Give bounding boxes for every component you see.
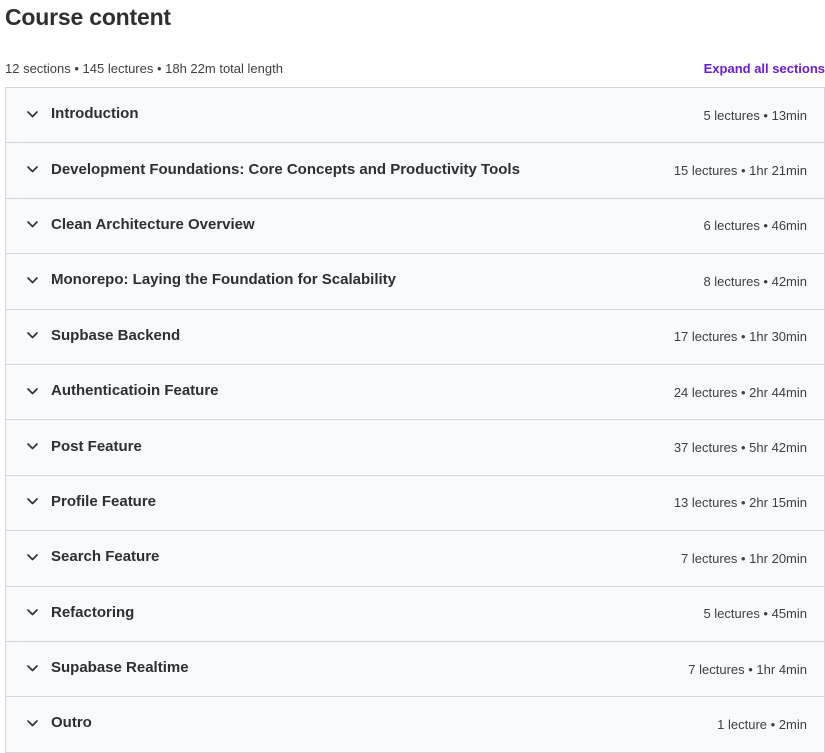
course-content-panel: Course content 12 sections • 145 lecture… xyxy=(0,0,825,753)
course-summary-row: 12 sections • 145 lectures • 18h 22m tot… xyxy=(5,58,825,78)
section-title: Post Feature xyxy=(51,437,142,455)
chevron-down-icon xyxy=(26,274,38,286)
section-meta: 7 lectures • 1hr 4min xyxy=(688,661,807,677)
section-meta: 15 lectures • 1hr 21min xyxy=(673,163,807,179)
section-title: Development Foundations: Core Concepts a… xyxy=(51,160,520,178)
section-title: Authenticatioin Feature xyxy=(51,382,219,400)
section-meta: 7 lectures • 1hr 20min xyxy=(681,550,807,566)
chevron-down-icon xyxy=(26,164,38,176)
section-meta: 5 lectures • 13min xyxy=(703,107,807,123)
chevron-down-icon xyxy=(26,330,38,342)
section-list: Introduction 5 lectures • 13min Developmen… xyxy=(5,87,825,753)
section-meta: 24 lectures • 2hr 44min xyxy=(673,384,807,400)
section-meta: 6 lectures • 46min xyxy=(703,218,807,234)
section-row[interactable]: Monorepo: Laying the Foundation for Scal… xyxy=(6,254,824,310)
section-row[interactable]: Search Feature 7 lectures • 1hr 20min xyxy=(6,531,824,587)
section-row[interactable]: Supbase Backend 17 lectures • 1hr 30min xyxy=(6,309,824,365)
chevron-down-icon xyxy=(26,385,38,397)
section-row[interactable]: Development Foundations: Core Concepts a… xyxy=(6,143,824,199)
section-row[interactable]: Profile Feature 13 lectures • 2hr 15min xyxy=(6,475,824,532)
chevron-down-icon xyxy=(26,607,38,619)
chevron-down-icon xyxy=(26,219,38,231)
section-row[interactable]: Authenticatioin Feature 24 lectures • 2hr… xyxy=(6,364,824,421)
chevron-down-icon xyxy=(26,108,38,120)
page-title: Course content xyxy=(5,4,171,30)
chevron-down-icon xyxy=(26,496,38,508)
section-title: Outro xyxy=(51,714,92,732)
chevron-down-icon xyxy=(26,662,38,674)
section-row[interactable]: Clean Architecture Overview 6 lectures • … xyxy=(6,198,824,255)
section-meta: 17 lectures • 1hr 30min xyxy=(673,329,807,345)
section-title: Monorepo: Laying the Foundation for Scal… xyxy=(51,271,396,289)
section-meta: 13 lectures • 2hr 15min xyxy=(673,495,807,511)
section-meta: 1 lecture • 2min xyxy=(717,716,807,732)
section-title: Clean Architecture Overview xyxy=(51,215,255,233)
section-meta: 8 lectures • 42min xyxy=(703,273,807,289)
section-title: Supabase Realtime xyxy=(51,659,189,677)
section-row[interactable]: Outro 1 lecture • 2min xyxy=(6,697,824,753)
section-title: Refactoring xyxy=(51,603,135,621)
chevron-down-icon xyxy=(26,441,38,453)
course-summary: 12 sections • 145 lectures • 18h 22m tot… xyxy=(5,60,283,76)
section-title: Supbase Backend xyxy=(51,326,181,344)
section-row[interactable]: Post Feature 37 lectures • 5hr 42min xyxy=(6,420,824,476)
chevron-down-icon xyxy=(26,717,38,729)
chevron-down-icon xyxy=(26,551,38,563)
section-title: Search Feature xyxy=(51,548,160,566)
section-title: Profile Feature xyxy=(51,492,157,510)
expand-all-sections-button[interactable]: Expand all sections xyxy=(704,61,825,76)
section-row[interactable]: Introduction 5 lectures • 13min xyxy=(6,88,824,144)
section-meta: 5 lectures • 45min xyxy=(703,606,807,622)
section-title: Introduction xyxy=(51,105,139,123)
section-row[interactable]: Refactoring 5 lectures • 45min xyxy=(6,586,824,642)
section-row[interactable]: Supabase Realtime 7 lectures • 1hr 4min xyxy=(6,641,824,698)
section-meta: 37 lectures • 5hr 42min xyxy=(673,440,807,456)
